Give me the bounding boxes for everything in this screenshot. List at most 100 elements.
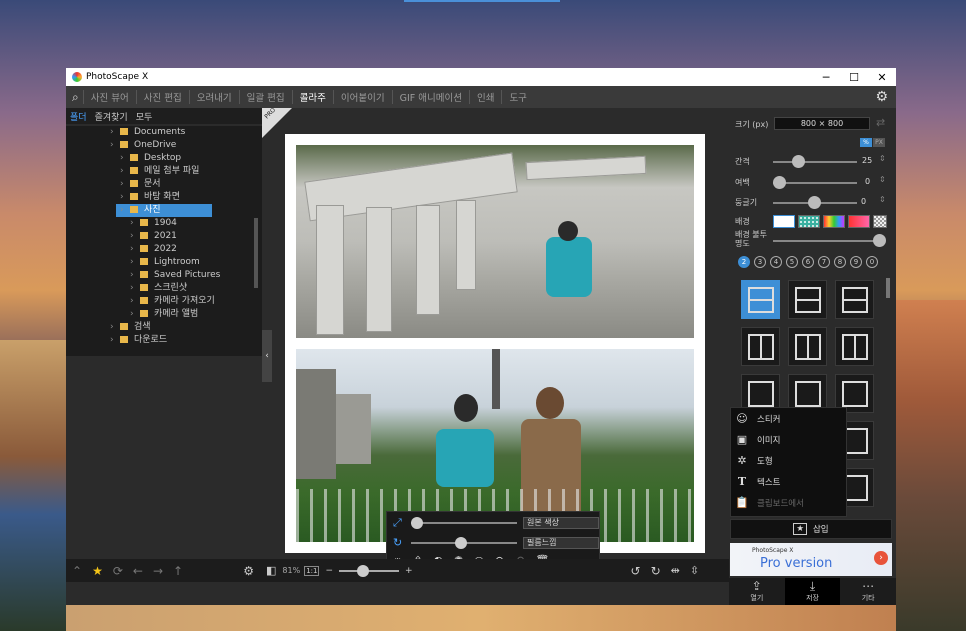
photo-count-option[interactable]: 2 (738, 256, 750, 268)
tree-item[interactable]: › 카메라 가져오기 (66, 295, 262, 308)
roundness-value[interactable]: 0 (861, 197, 866, 206)
layout-tile[interactable] (788, 327, 827, 366)
menu-collage[interactable]: 콜라주 (291, 90, 333, 104)
expand-arrow-icon[interactable]: › (110, 334, 120, 347)
expand-arrow-icon[interactable]: › (110, 321, 120, 334)
collapse-panel-button[interactable]: ‹ (262, 330, 272, 382)
tree-item[interactable]: › 스크린샷 (66, 282, 262, 295)
expand-arrow-icon[interactable]: › (110, 139, 120, 152)
tree-item[interactable]: › Documents (66, 126, 262, 139)
chevron-up-icon[interactable]: ⌃ (72, 564, 82, 578)
tree-item[interactable]: › Desktop (66, 152, 262, 165)
expand-arrow-icon[interactable]: › (130, 243, 140, 256)
forward-arrow-icon[interactable]: → (153, 564, 163, 578)
expand-arrow-icon[interactable]: › (130, 295, 140, 308)
menu-cut-out[interactable]: 오려내기 (188, 90, 239, 104)
photo-count-option[interactable]: 9 (850, 256, 862, 268)
bg-opacity-knob[interactable] (873, 234, 886, 247)
close-button[interactable]: ✕ (868, 71, 896, 84)
size-slider[interactable] (411, 517, 517, 529)
size-field[interactable]: 800 × 800 (774, 117, 870, 130)
expand-arrow-icon[interactable]: › (120, 152, 130, 165)
save-button[interactable]: ⤓ 저장 (784, 578, 841, 605)
expand-arrow-icon[interactable]: › (130, 217, 140, 230)
tree-item[interactable]: › 2021 (66, 230, 262, 243)
layout-tile[interactable] (741, 327, 780, 366)
menu-gif[interactable]: GIF 애니메이션 (391, 90, 469, 104)
tree-item[interactable]: › Saved Pictures (66, 269, 262, 282)
tab-favorites[interactable]: 즐겨찾기 (95, 110, 128, 123)
spacing-slider[interactable] (773, 161, 857, 163)
photo-count-option[interactable]: 7 (818, 256, 830, 268)
spacing-stepper-icon[interactable]: ⇕ (879, 154, 886, 163)
margin-stepper-icon[interactable]: ⇕ (879, 175, 886, 184)
tree-item[interactable]: › OneDrive (66, 139, 262, 152)
menu-item-text[interactable]: T 텍스트 (731, 471, 846, 492)
panel-toggle-icon[interactable]: ◧ (266, 564, 276, 577)
collage-photo-bridge[interactable] (296, 145, 694, 338)
photo-count-option[interactable]: 8 (834, 256, 846, 268)
bg-pattern-swatch[interactable] (798, 215, 820, 228)
zoom-in-button[interactable]: + (405, 566, 413, 576)
layout-tile[interactable] (835, 327, 874, 366)
spacing-value[interactable]: 25 (862, 156, 872, 165)
tree-item[interactable]: › 바탕 화면 (66, 191, 262, 204)
back-arrow-icon[interactable]: ← (133, 564, 143, 578)
tree-item[interactable]: › 카메라 앨범 (66, 308, 262, 321)
tree-item[interactable]: › 검색 (66, 321, 262, 334)
expand-arrow-icon[interactable]: › (130, 230, 140, 243)
color-select[interactable]: 원본 색상 (523, 517, 599, 529)
tree-item[interactable]: › 1904 (66, 217, 262, 230)
menu-item-sticker[interactable]: ☺ 스티커 (731, 408, 846, 429)
search-icon[interactable]: ⌕ (72, 90, 79, 105)
refresh-icon[interactable]: ⟳ (113, 564, 123, 578)
expand-arrow-icon[interactable]: › (130, 256, 140, 269)
tree-scrollbar[interactable] (254, 218, 258, 288)
layout-scrollbar[interactable] (886, 278, 890, 298)
menu-print[interactable]: 인쇄 (468, 90, 501, 104)
bg-opacity-slider[interactable] (773, 240, 879, 242)
menu-item-clipboard[interactable]: 📋 클립보드에서 (731, 492, 846, 513)
expand-arrow-icon[interactable]: › (130, 269, 140, 282)
tree-item[interactable]: › 2022 (66, 243, 262, 256)
expand-arrow-icon[interactable]: › (120, 178, 130, 191)
collage-canvas[interactable] (285, 134, 705, 553)
menu-item-image[interactable]: ▣ 이미지 (731, 429, 846, 450)
roundness-stepper-icon[interactable]: ⇕ (879, 195, 886, 204)
photo-count-option[interactable]: 3 (754, 256, 766, 268)
expand-arrow-icon[interactable]: › (110, 126, 120, 139)
expand-arrow-icon[interactable]: › (130, 282, 140, 295)
tree-item[interactable]: › 메일 첨부 파일 (66, 165, 262, 178)
flip-icon[interactable]: ⇳ (690, 564, 699, 577)
expand-arrow-icon[interactable]: › (120, 165, 130, 178)
settings-gear-icon[interactable]: ⚙ (875, 89, 888, 105)
bg-gradient-swatch[interactable] (823, 215, 845, 228)
star-icon[interactable]: ★ (92, 564, 103, 578)
rotate-right-icon[interactable]: ↻ (651, 564, 661, 578)
unit-px-button[interactable]: PX (873, 138, 885, 147)
insert-button[interactable]: ★ 삽입 (730, 519, 892, 539)
photo-count-option[interactable]: 0 (866, 256, 878, 268)
tab-all[interactable]: 모두 (136, 110, 153, 123)
margin-knob[interactable] (773, 176, 786, 189)
minimize-button[interactable]: ─ (812, 71, 840, 84)
menu-tools[interactable]: 도구 (501, 90, 533, 104)
photo-count-option[interactable]: 6 (802, 256, 814, 268)
rotate-slider[interactable] (411, 537, 517, 549)
margin-value[interactable]: 0 (865, 177, 870, 186)
unit-percent-button[interactable]: % (860, 138, 872, 147)
open-button[interactable]: ⇪ 열기 (729, 578, 785, 605)
bg-transparent-swatch[interactable] (873, 215, 887, 228)
menu-combine[interactable]: 이어붙이기 (332, 90, 392, 104)
tree-item[interactable]: › 문서 (66, 178, 262, 191)
tree-item[interactable]: › 다운로드 (66, 334, 262, 347)
roundness-knob[interactable] (808, 196, 821, 209)
maximize-button[interactable]: ☐ (840, 71, 868, 84)
menu-photo-viewer[interactable]: 사진 뷰어 (82, 90, 136, 104)
tree-item[interactable]: › Lightroom (66, 256, 262, 269)
zoom-1to1-button[interactable]: 1:1 (304, 565, 320, 576)
menu-batch[interactable]: 일괄 편집 (238, 90, 292, 104)
menu-photo-editor[interactable]: 사진 편집 (135, 90, 189, 104)
swap-icon[interactable]: ⇄ (876, 116, 885, 129)
rotate-left-icon[interactable]: ↺ (631, 564, 641, 578)
